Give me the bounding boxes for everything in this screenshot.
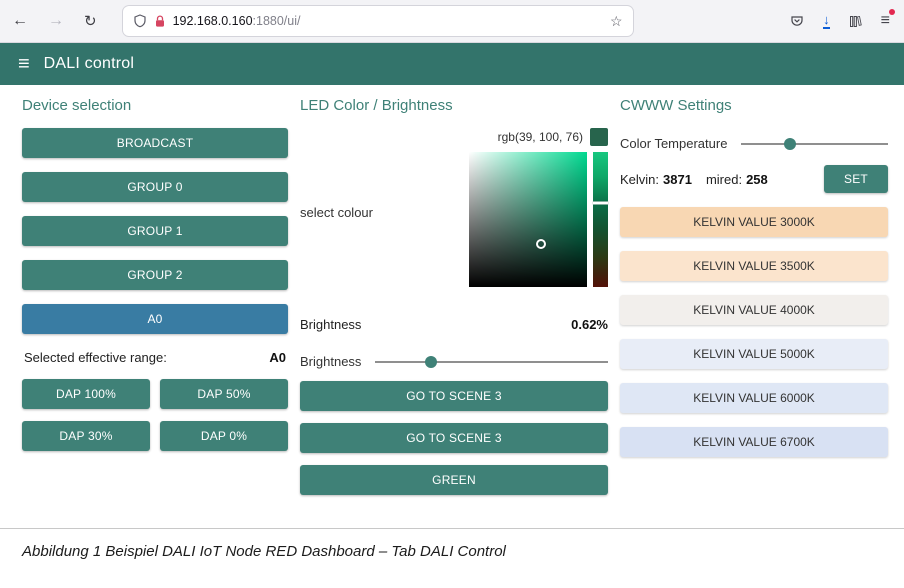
kelvin-label: Kelvin: — [620, 172, 659, 187]
dashboard-header: ≡ DALI control — [0, 43, 904, 85]
device-button-list: BROADCAST GROUP 0 GROUP 1 GROUP 2 A0 — [22, 128, 288, 334]
color-temperature-row: Color Temperature — [620, 136, 888, 151]
mired-value: 258 — [746, 172, 768, 187]
cwww-title: CWWW Settings — [620, 97, 888, 114]
selected-range-row: Selected effective range: A0 — [22, 350, 288, 365]
brightness-label: Brightness — [300, 317, 361, 332]
kelvin-3000k-button[interactable]: KELVIN VALUE 3000K — [620, 207, 888, 237]
kelvin-6700k-button[interactable]: KELVIN VALUE 6700K — [620, 427, 888, 457]
app-menu-icon[interactable]: ≡ — [881, 13, 890, 29]
downloads-icon[interactable]: ↓ — [823, 13, 830, 29]
green-button[interactable]: GREEN — [300, 465, 608, 495]
cwww-panel: CWWW Settings Color Temperature Kelvin: … — [620, 97, 888, 528]
kelvin-3500k-button[interactable]: KELVIN VALUE 3500K — [620, 251, 888, 281]
hue-bar[interactable] — [593, 152, 608, 287]
shield-icon[interactable] — [133, 14, 147, 28]
brightness-value-row: Brightness 0.62% — [300, 317, 608, 332]
go-to-scene-3-button-2[interactable]: GO TO SCENE 3 — [300, 423, 608, 453]
hamburger-menu-icon[interactable]: ≡ — [18, 54, 30, 74]
saturation-square[interactable] — [469, 152, 587, 287]
bookmark-star-icon[interactable]: ☆ — [610, 13, 623, 30]
led-title: LED Color / Brightness — [300, 97, 608, 114]
url-path: :1880/ui/ — [253, 14, 301, 28]
colour-picker[interactable]: rgb(39, 100, 76) — [469, 128, 608, 287]
broadcast-button[interactable]: BROADCAST — [22, 128, 288, 158]
mired-label: mired: — [706, 172, 742, 187]
nav-buttons: ← → ↻ — [12, 13, 97, 29]
group-0-button[interactable]: GROUP 0 — [22, 172, 288, 202]
brightness-slider[interactable] — [375, 355, 608, 369]
kelvin-5000k-button[interactable]: KELVIN VALUE 5000K — [620, 339, 888, 369]
colour-marker[interactable] — [536, 239, 546, 249]
selected-range-value: A0 — [269, 350, 286, 365]
dap-100-button[interactable]: DAP 100% — [22, 379, 150, 409]
device-selection-title: Device selection — [22, 97, 288, 114]
toolbar-right: ↓ ≡ — [790, 13, 890, 29]
brightness-slider-label: Brightness — [300, 354, 361, 369]
group-2-button[interactable]: GROUP 2 — [22, 260, 288, 290]
back-button[interactable]: ← — [12, 13, 28, 29]
app-menu-glyph: ≡ — [881, 12, 890, 29]
dashboard: Device selection BROADCAST GROUP 0 GROUP… — [0, 85, 904, 528]
brightness-value: 0.62% — [571, 317, 608, 332]
color-temperature-slider[interactable] — [741, 137, 888, 151]
picker-box — [469, 152, 608, 287]
select-colour-label: select colour — [300, 205, 373, 220]
url-bar[interactable]: 192.168.0.160:1880/ui/ ☆ — [123, 6, 633, 36]
led-panel: LED Color / Brightness select colour rgb… — [300, 97, 608, 528]
group-1-button[interactable]: GROUP 1 — [22, 216, 288, 246]
device-a0-button[interactable]: A0 — [22, 304, 288, 334]
set-button[interactable]: SET — [824, 165, 888, 193]
go-to-scene-3-button-1[interactable]: GO TO SCENE 3 — [300, 381, 608, 411]
library-icon[interactable] — [849, 15, 862, 28]
browser-toolbar: ← → ↻ 192.168.0.160:1880/ui/ ☆ ↓ ≡ — [0, 0, 904, 43]
kelvin-value: 3871 — [663, 172, 692, 187]
brightness-slider-row: Brightness — [300, 354, 608, 369]
figure-caption: Abbildung 1 Beispiel DALI IoT Node RED D… — [22, 543, 904, 560]
pocket-icon[interactable] — [790, 14, 804, 28]
dap-0-button[interactable]: DAP 0% — [160, 421, 288, 451]
rgb-value: rgb(39, 100, 76) — [498, 130, 583, 144]
kelvin-mired-text: Kelvin: 3871 mired: 258 — [620, 172, 768, 187]
dap-50-button[interactable]: DAP 50% — [160, 379, 288, 409]
selected-range-label: Selected effective range: — [24, 350, 167, 365]
dap-30-button[interactable]: DAP 30% — [22, 421, 150, 451]
colour-picker-area: select colour rgb(39, 100, 76) — [300, 128, 608, 287]
url-text: 192.168.0.160:1880/ui/ — [173, 14, 603, 28]
notification-dot — [889, 9, 895, 15]
kelvin-6000k-button[interactable]: KELVIN VALUE 6000K — [620, 383, 888, 413]
color-temperature-handle[interactable] — [784, 138, 796, 150]
kelvin-4000k-button[interactable]: KELVIN VALUE 4000K — [620, 295, 888, 325]
kelvin-mired-row: Kelvin: 3871 mired: 258 SET — [620, 165, 888, 193]
color-temperature-label: Color Temperature — [620, 136, 727, 151]
brightness-slider-handle[interactable] — [425, 356, 437, 368]
hue-marker[interactable] — [593, 202, 608, 205]
rgb-row: rgb(39, 100, 76) — [469, 128, 608, 146]
kelvin-button-list: KELVIN VALUE 3000K KELVIN VALUE 3500K KE… — [620, 207, 888, 457]
scene-button-list: GO TO SCENE 3 GO TO SCENE 3 GREEN — [300, 381, 608, 495]
insecure-lock-icon[interactable] — [154, 15, 166, 28]
colour-swatch[interactable] — [590, 128, 608, 146]
device-selection-panel: Device selection BROADCAST GROUP 0 GROUP… — [22, 97, 288, 528]
page-title: DALI control — [44, 55, 134, 73]
forward-button[interactable]: → — [48, 13, 64, 29]
url-host: 192.168.0.160 — [173, 14, 253, 28]
browser-window: ← → ↻ 192.168.0.160:1880/ui/ ☆ ↓ ≡ — [0, 0, 904, 529]
reload-button[interactable]: ↻ — [84, 14, 97, 29]
dap-button-grid: DAP 100% DAP 50% DAP 30% DAP 0% — [22, 379, 288, 451]
